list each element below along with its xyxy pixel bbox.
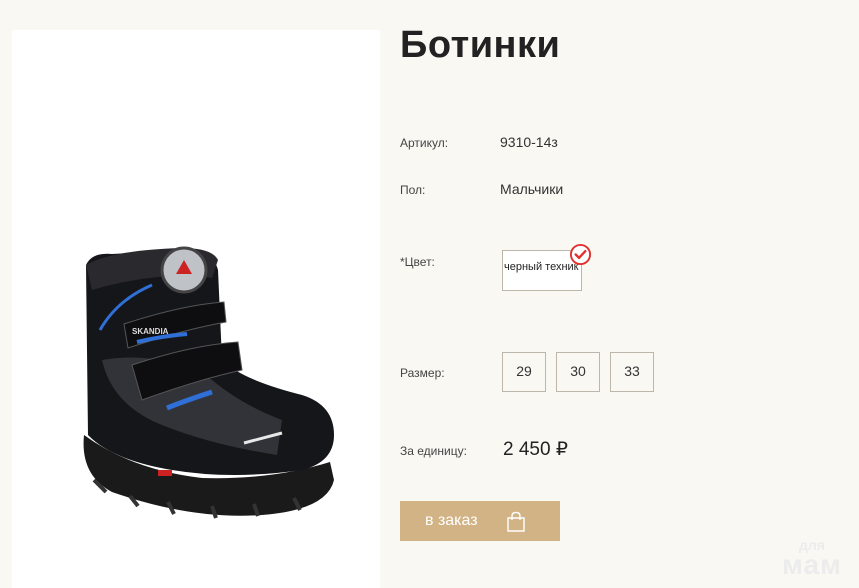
price-value: 2 450 ₽ (503, 439, 568, 460)
watermark-line2: мам (782, 549, 842, 580)
price-label: За единицу: (400, 444, 467, 458)
boot-brand-text: SKANDIA (132, 327, 169, 336)
page-title: Ботинки (400, 24, 561, 66)
size-option-33[interactable]: 33 (610, 352, 654, 392)
article-label: Артикул: (400, 136, 449, 150)
watermark-logo: для мам (772, 538, 852, 580)
gender-value: Мальчики (500, 181, 564, 197)
check-icon (569, 243, 592, 266)
product-boot-image: SKANDIA (83, 246, 334, 519)
product-image-panel: SKANDIA (12, 30, 380, 588)
order-button-label: в заказ (425, 512, 478, 529)
shopping-bag-icon (507, 511, 525, 532)
add-to-order-button[interactable]: в заказ (400, 501, 560, 541)
gender-label: Пол: (400, 183, 426, 197)
article-value: 9310-14з (500, 134, 558, 150)
color-label: *Цвет: (400, 255, 435, 269)
size-option-30[interactable]: 30 (556, 352, 600, 392)
size-label: Размер: (400, 366, 445, 380)
size-option-29[interactable]: 29 (502, 352, 546, 392)
color-option-label: черный техник (504, 261, 579, 273)
